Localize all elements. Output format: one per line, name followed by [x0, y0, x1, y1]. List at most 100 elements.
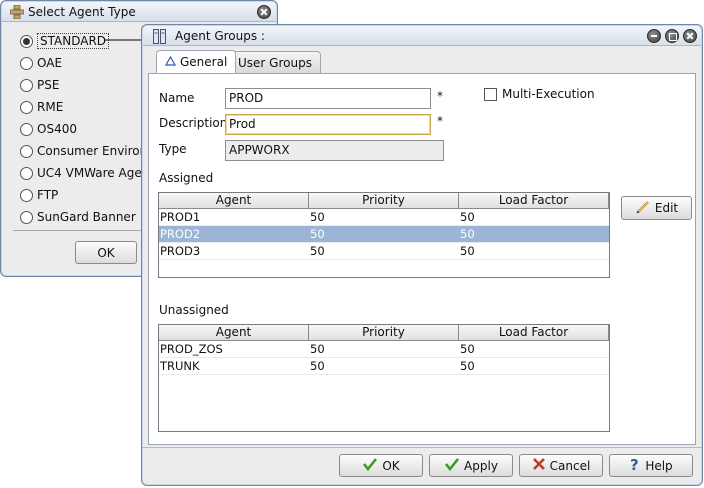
svg-text:?: ?: [630, 456, 639, 472]
type-field: APPWORX: [225, 140, 444, 161]
cell-priority: 50: [310, 359, 325, 373]
radio-label: SunGard Banner: [37, 210, 136, 224]
agent-groups-window: Agent Groups : General User Groups Name …: [141, 24, 703, 486]
tab-user-groups[interactable]: User Groups: [229, 51, 321, 73]
cell-load-factor: 50: [460, 227, 475, 241]
cell-agent: PROD3: [160, 244, 201, 258]
apply-label: Apply: [464, 458, 498, 473]
cell-load-factor: 50: [460, 210, 475, 224]
radio-icon[interactable]: [20, 188, 33, 202]
cancel-button[interactable]: Cancel: [519, 454, 603, 477]
help-button[interactable]: ? Help: [609, 454, 693, 477]
select-agent-type-titlebar[interactable]: Select Agent Type: [2, 2, 276, 22]
radio-label: OAE: [37, 56, 63, 70]
column-header-agent[interactable]: Agent: [159, 193, 309, 208]
radio-label: UC4 VMWare Agen: [37, 166, 150, 180]
cell-agent: PROD2: [160, 227, 201, 241]
cell-load-factor: 50: [460, 359, 475, 373]
radio-label: STANDARD: [37, 33, 110, 49]
radio-os400[interactable]: OS400: [20, 120, 77, 138]
close-icon[interactable]: [257, 5, 271, 19]
radio-oae[interactable]: OAE: [20, 54, 62, 72]
cell-priority: 50: [310, 244, 325, 258]
name-label: Name: [159, 91, 195, 105]
apply-button[interactable]: Apply: [429, 454, 513, 477]
window-title: Agent Groups :: [175, 29, 265, 43]
minimize-icon[interactable]: [647, 29, 661, 43]
maximize-icon[interactable]: [665, 29, 679, 43]
cell-agent: PROD_ZOS: [160, 342, 223, 356]
window-title: Select Agent Type: [28, 5, 136, 19]
check-icon: [444, 457, 460, 474]
radio-icon[interactable]: [20, 100, 33, 114]
unassigned-label: Unassigned: [159, 303, 229, 317]
table-row[interactable]: PROD1 50 50: [159, 209, 609, 226]
multi-execution-checkbox[interactable]: [484, 88, 497, 101]
radio-icon[interactable]: [20, 56, 33, 70]
column-header-agent[interactable]: Agent: [159, 325, 309, 340]
ok-label: OK: [97, 245, 115, 260]
column-header-load-factor[interactable]: Load Factor: [459, 193, 609, 208]
cell-priority: 50: [310, 342, 325, 356]
radio-label: OS400: [37, 122, 77, 136]
ok-button[interactable]: OK: [75, 241, 137, 264]
x-icon: [532, 457, 546, 474]
pencil-icon: [635, 199, 651, 218]
radio-icon[interactable]: [20, 78, 33, 92]
radio-icon[interactable]: [20, 144, 33, 158]
column-header-priority[interactable]: Priority: [309, 193, 459, 208]
edit-button[interactable]: Edit: [621, 196, 692, 220]
radio-icon[interactable]: [20, 210, 33, 224]
cell-agent: PROD1: [160, 210, 201, 224]
table-row[interactable]: PROD_ZOS 50 50: [159, 341, 609, 358]
close-icon[interactable]: [683, 29, 697, 43]
agent-type-icon: [9, 4, 25, 22]
triangle-icon: [164, 55, 177, 69]
column-header-priority[interactable]: Priority: [309, 325, 459, 340]
column-header-load-factor[interactable]: Load Factor: [459, 325, 609, 340]
radio-pse[interactable]: PSE: [20, 76, 59, 94]
table-row[interactable]: TRUNK 50 50: [159, 358, 609, 375]
cancel-label: Cancel: [549, 458, 591, 473]
assigned-label: Assigned: [159, 171, 214, 185]
description-label: Description: [159, 116, 228, 130]
table-row[interactable]: PROD3 50 50: [159, 243, 609, 260]
tab-general[interactable]: General: [156, 50, 237, 73]
server-icon: [153, 29, 167, 47]
ok-button[interactable]: OK: [339, 454, 423, 477]
name-field[interactable]: PROD: [225, 88, 431, 109]
table-header: Agent Priority Load Factor: [159, 193, 609, 209]
radio-label: FTP: [37, 188, 59, 202]
cell-load-factor: 50: [460, 342, 475, 356]
unassigned-table: Agent Priority Load Factor PROD_ZOS 50 5…: [158, 324, 610, 432]
description-field[interactable]: Prod: [225, 114, 431, 135]
check-icon: [362, 457, 378, 474]
cell-load-factor: 50: [460, 244, 475, 258]
cell-agent: TRUNK: [160, 359, 200, 373]
radio-ftp[interactable]: FTP: [20, 186, 58, 204]
tab-label: General: [180, 55, 228, 69]
table-row-selected[interactable]: PROD2 50 50: [159, 226, 609, 243]
cell-priority: 50: [310, 210, 325, 224]
radio-standard[interactable]: STANDARD: [20, 32, 110, 50]
radio-sungard-banner[interactable]: SunGard Banner: [20, 208, 136, 226]
radio-label: PSE: [37, 78, 60, 92]
radio-icon[interactable]: [20, 34, 33, 48]
required-mark: *: [437, 114, 443, 128]
cell-priority: 50: [310, 227, 325, 241]
multi-execution-label[interactable]: Multi-Execution: [502, 87, 595, 101]
radio-rme[interactable]: RME: [20, 98, 63, 116]
help-label: Help: [645, 458, 673, 473]
edit-label: Edit: [654, 201, 679, 215]
required-mark: *: [437, 89, 443, 103]
radio-icon[interactable]: [20, 166, 33, 180]
radio-icon[interactable]: [20, 122, 33, 136]
divider: [142, 447, 702, 448]
type-label: Type: [159, 142, 187, 156]
table-header: Agent Priority Load Factor: [159, 325, 609, 341]
ok-label: OK: [382, 458, 400, 473]
agent-groups-titlebar[interactable]: Agent Groups :: [143, 26, 701, 46]
radio-uc4-vmware-agent[interactable]: UC4 VMWare Agen: [20, 164, 149, 182]
radio-consumer-environment[interactable]: Consumer Environm: [20, 142, 159, 160]
radio-label: RME: [37, 100, 64, 114]
